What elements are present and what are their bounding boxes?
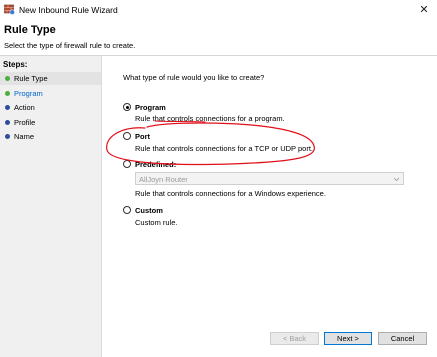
window-title: New Inbound Rule Wizard (19, 5, 118, 15)
step-pending-icon (5, 105, 10, 110)
program-radio[interactable] (123, 103, 131, 111)
custom-option-label[interactable]: Custom (135, 206, 163, 215)
step-complete-icon (5, 76, 10, 81)
predefined-select: AllJoyn Router (135, 172, 404, 185)
rule-type-question: What type of rule would you like to crea… (123, 73, 265, 82)
radio-selected-dot (125, 105, 129, 109)
port-option-label[interactable]: Port (135, 132, 150, 141)
program-option-label[interactable]: Program (135, 103, 166, 112)
step-label: Action (14, 103, 35, 112)
predefined-select-value: AllJoyn Router (139, 175, 188, 184)
wizard-header: Rule Type Select the type of firewall ru… (0, 20, 437, 56)
steps-panel: Steps: Rule Type Program Action Profile … (0, 56, 101, 357)
cancel-button[interactable]: Cancel (378, 332, 427, 345)
program-option-description: Rule that controls connections for a pro… (135, 114, 285, 123)
step-label: Program (14, 89, 43, 98)
firewall-app-icon (4, 4, 15, 15)
step-item-program[interactable]: Program (0, 87, 101, 100)
predefined-radio[interactable] (123, 160, 131, 168)
step-pending-icon (5, 120, 10, 125)
predefined-option-description: Rule that controls connections for a Win… (135, 189, 326, 198)
page-subtitle: Select the type of firewall rule to crea… (4, 41, 136, 50)
custom-option-description: Custom rule. (135, 218, 178, 227)
port-option-description: Rule that controls connections for a TCP… (135, 144, 314, 153)
close-icon[interactable]: ✕ (415, 2, 433, 18)
chevron-down-icon (393, 177, 400, 182)
step-label: Profile (14, 118, 36, 127)
page-title: Rule Type (4, 24, 56, 36)
step-item-rule-type[interactable]: Rule Type (0, 72, 101, 85)
step-item-action[interactable]: Action (0, 101, 101, 114)
step-item-name[interactable]: Name (0, 130, 101, 143)
predefined-option-label[interactable]: Predefined: (135, 160, 176, 169)
next-button[interactable]: Next > (324, 332, 372, 345)
steps-title: Steps: (3, 60, 28, 69)
step-label: Rule Type (14, 74, 48, 83)
content-panel: What type of rule would you like to crea… (101, 56, 437, 357)
title-bar: New Inbound Rule Wizard ✕ (0, 0, 437, 20)
step-label: Name (14, 132, 35, 141)
custom-radio[interactable] (123, 206, 131, 214)
port-radio[interactable] (123, 132, 131, 140)
step-pending-icon (5, 134, 10, 139)
back-button[interactable]: < Back (270, 332, 319, 345)
step-item-profile[interactable]: Profile (0, 116, 101, 129)
step-complete-icon (5, 91, 10, 96)
